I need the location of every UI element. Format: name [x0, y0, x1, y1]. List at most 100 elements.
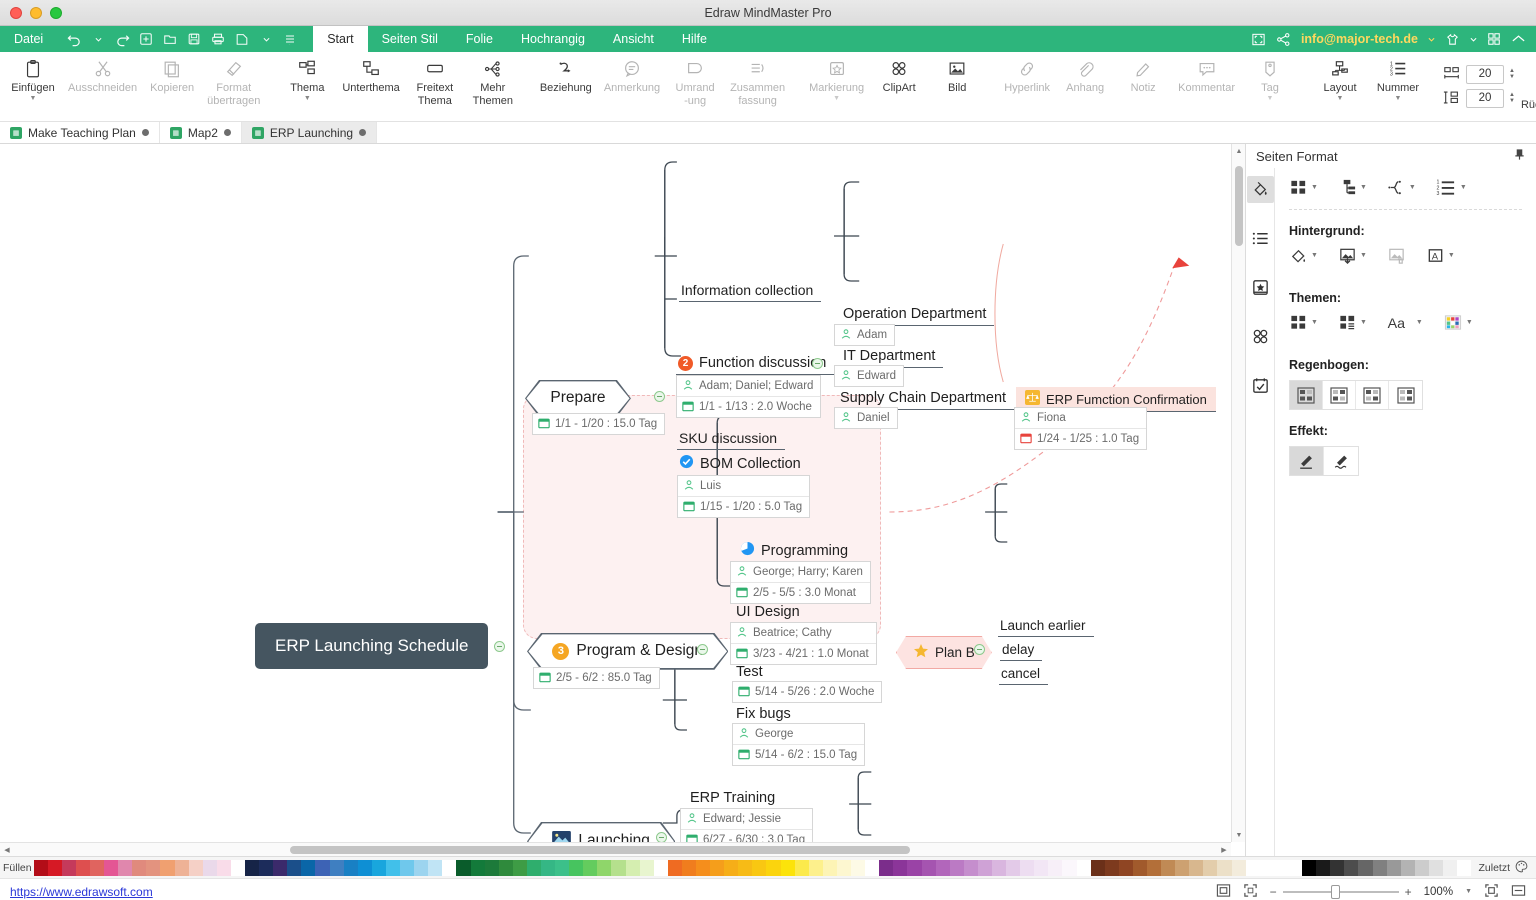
color-swatch[interactable] [752, 859, 767, 876]
edrawsoft-url-link[interactable]: https://www.edrawsoft.com [0, 885, 153, 899]
color-swatch[interactable] [442, 859, 457, 876]
erp-confirmation-details[interactable]: Fiona 1/24 - 1/25 : 1.0 Tag [1014, 407, 1148, 450]
marker-caret-icon[interactable]: ▼ [833, 95, 840, 102]
operation-department-details[interactable]: Adam [834, 324, 896, 346]
zoom-thumb[interactable] [1330, 884, 1340, 899]
color-swatch[interactable] [146, 859, 161, 876]
more-commands-icon[interactable] [279, 28, 301, 50]
scroll-left-button[interactable]: ◀ [0, 843, 14, 856]
fill-bucket-icon[interactable] [1246, 176, 1274, 203]
relationship-button[interactable]: Beziehung [534, 52, 598, 121]
zoom-in-button[interactable]: + [1405, 885, 1412, 899]
tab-ansicht[interactable]: Ansicht [599, 26, 668, 52]
tab-start[interactable]: Start [313, 26, 368, 52]
cut-button[interactable]: Ausschneiden [62, 52, 143, 121]
comment-button[interactable]: Kommentar [1172, 52, 1241, 121]
org-chart-caret-icon[interactable]: ▼ [1360, 184, 1367, 191]
reset-button[interactable]: Rücksetzen [1515, 61, 1536, 112]
tag-button[interactable]: Tag ▼ [1241, 52, 1299, 121]
rainbow-option-3[interactable] [1356, 381, 1389, 409]
tag-caret-icon[interactable]: ▼ [1267, 95, 1274, 102]
color-swatch[interactable] [456, 859, 471, 876]
account-dropdown-caret-icon[interactable] [1428, 36, 1435, 43]
color-swatch[interactable] [301, 859, 316, 876]
color-swatch[interactable] [1245, 859, 1260, 876]
watermark-caret-icon[interactable]: ▼ [1448, 252, 1455, 259]
plan-b-collapse-toggle[interactable] [974, 644, 985, 655]
color-swatch[interactable] [1259, 859, 1274, 876]
color-swatch[interactable] [1189, 859, 1204, 876]
close-window-button[interactable] [10, 6, 22, 19]
color-swatch[interactable] [724, 859, 739, 876]
wavy-pencil-icon[interactable] [1324, 447, 1358, 475]
insert-image-caret-icon[interactable]: ▼ [1360, 252, 1367, 259]
color-swatch[interactable] [526, 859, 541, 876]
color-swatch[interactable] [865, 859, 880, 876]
node-information-collection[interactable]: Information collection [679, 281, 822, 302]
print-icon[interactable] [207, 28, 229, 50]
color-swatch[interactable] [851, 859, 866, 876]
save-icon[interactable] [183, 28, 205, 50]
color-swatch[interactable] [1175, 859, 1190, 876]
color-swatch[interactable] [1104, 859, 1119, 876]
zoom-out-button[interactable]: − [1270, 885, 1277, 899]
fix-bugs-details[interactable]: George 5/14 - 6/2 : 15.0 Tag [732, 723, 866, 766]
it-department-details[interactable]: Edward [834, 365, 904, 387]
color-swatch[interactable] [287, 859, 302, 876]
zoom-level-label[interactable]: 100% [1424, 886, 1453, 898]
color-swatch[interactable] [836, 859, 852, 876]
node-cancel[interactable]: cancel [999, 665, 1049, 685]
color-swatch[interactable] [1132, 859, 1148, 876]
color-swatch[interactable] [414, 859, 429, 876]
new-document-icon[interactable] [135, 28, 157, 50]
branch-style-icon[interactable]: ▼ [1387, 178, 1416, 197]
color-swatch[interactable] [245, 859, 260, 876]
color-swatch[interactable] [1316, 859, 1331, 876]
color-theme-caret-icon[interactable]: ▼ [1466, 319, 1473, 326]
prepare-collapse-toggle[interactable] [654, 391, 665, 402]
menu-datei[interactable]: Datei [0, 26, 57, 52]
color-swatch[interactable] [1428, 859, 1443, 876]
node-sku-discussion[interactable]: SKU discussion [677, 429, 786, 450]
color-swatch[interactable] [879, 859, 894, 876]
color-swatch[interactable] [512, 859, 527, 876]
grid-icon[interactable] [1487, 32, 1501, 46]
color-swatches[interactable] [33, 859, 1472, 876]
node-ui-design[interactable]: UI Design [734, 603, 808, 624]
tab-folie[interactable]: Folie [452, 26, 507, 52]
boundary-button[interactable]: Umrand -ung [666, 52, 724, 121]
color-swatch[interactable] [1118, 859, 1133, 876]
color-swatch[interactable] [1344, 859, 1359, 876]
theme-list-icon[interactable]: ▼ [1338, 313, 1367, 332]
hyperlink-button[interactable]: Hyperlink [998, 52, 1056, 121]
node-launch-earlier[interactable]: Launch earlier [998, 617, 1094, 637]
color-swatch[interactable] [498, 859, 513, 876]
task-calendar-icon[interactable] [1247, 372, 1274, 399]
open-file-icon[interactable] [159, 28, 181, 50]
maximize-window-button[interactable] [50, 6, 62, 19]
color-swatch[interactable] [202, 859, 217, 876]
color-swatch[interactable] [1147, 859, 1162, 876]
color-swatch[interactable] [484, 859, 499, 876]
color-swatch[interactable] [371, 859, 386, 876]
color-swatch[interactable] [343, 859, 358, 876]
picture-button[interactable]: Bild [928, 52, 986, 121]
color-swatch[interactable] [639, 859, 654, 876]
window-controls[interactable] [0, 6, 62, 19]
color-swatch[interactable] [1006, 859, 1021, 876]
bom-collection-details[interactable]: Luis 1/15 - 1/20 : 5.0 Tag [677, 475, 811, 518]
program-design-date-box[interactable]: 2/5 - 6/2 : 85.0 Tag [533, 667, 660, 689]
color-swatch[interactable] [357, 859, 372, 876]
marker-button[interactable]: Markierung ▼ [803, 52, 870, 121]
scroll-up-button[interactable]: ▲ [1232, 144, 1245, 158]
color-swatch[interactable] [89, 859, 105, 876]
node-bom-collection[interactable]: BOM Collection [677, 453, 809, 477]
supply-chain-department-details[interactable]: Daniel [834, 407, 898, 429]
zoom-slider[interactable]: − + [1270, 884, 1412, 899]
color-swatch[interactable] [329, 859, 344, 876]
focus-icon[interactable] [1484, 883, 1499, 900]
color-swatch[interactable] [540, 859, 556, 876]
color-swatch[interactable] [611, 859, 626, 876]
color-swatch[interactable] [766, 859, 781, 876]
topic-caret-icon[interactable]: ▼ [304, 95, 311, 102]
